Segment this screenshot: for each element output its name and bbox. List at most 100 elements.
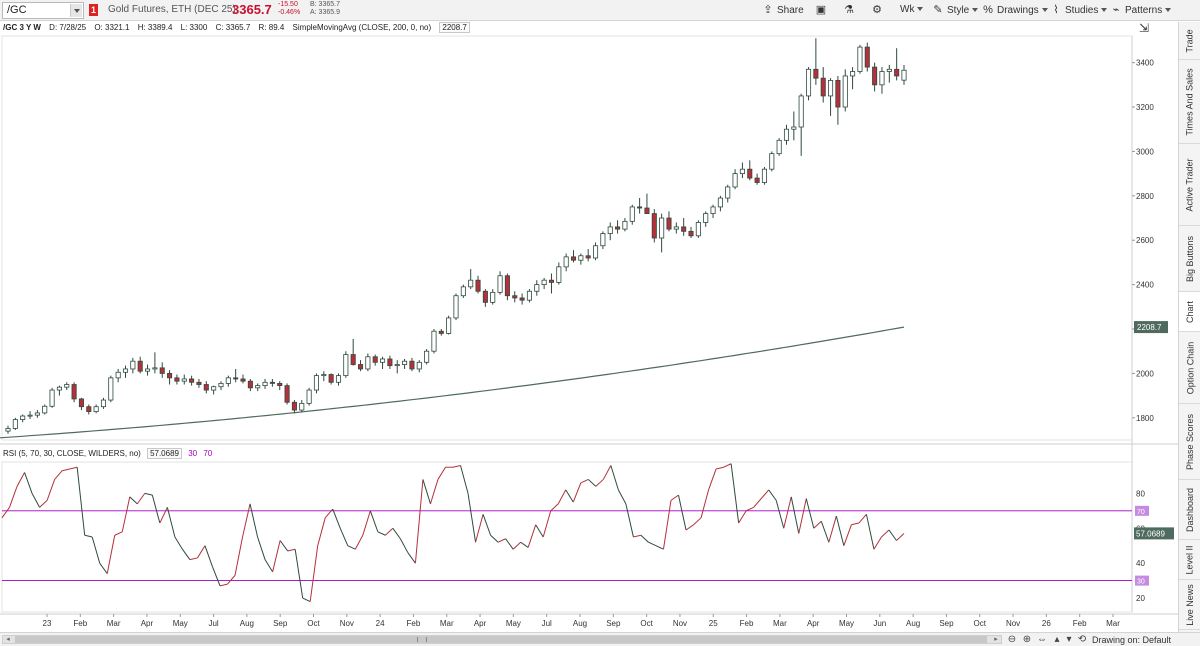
scroll-right-icon[interactable]: ▸	[991, 636, 1001, 643]
candle[interactable]	[167, 370, 173, 385]
candle[interactable]	[100, 397, 107, 409]
candle[interactable]	[159, 362, 165, 378]
candle[interactable]	[519, 293, 525, 305]
candle[interactable]	[416, 360, 422, 373]
candle[interactable]	[593, 242, 599, 261]
candle[interactable]	[108, 375, 114, 403]
candle[interactable]	[402, 358, 408, 369]
candle[interactable]	[570, 250, 577, 263]
candle[interactable]	[453, 293, 459, 321]
candle[interactable]	[255, 383, 261, 392]
candle[interactable]	[813, 38, 819, 85]
candle[interactable]	[688, 226, 694, 238]
candle[interactable]	[769, 151, 775, 172]
candle[interactable]	[460, 284, 466, 298]
candle[interactable]	[335, 373, 342, 386]
candle[interactable]	[306, 387, 312, 406]
candle[interactable]	[350, 339, 356, 366]
candle[interactable]	[277, 381, 283, 391]
candle[interactable]	[651, 209, 657, 243]
candle[interactable]	[71, 382, 77, 403]
candle[interactable]	[835, 75, 841, 125]
candle[interactable]	[739, 162, 745, 179]
candle[interactable]	[482, 289, 488, 307]
candle[interactable]	[504, 273, 510, 301]
candle[interactable]	[49, 387, 55, 408]
candle[interactable]	[189, 375, 195, 386]
candle[interactable]	[556, 262, 562, 285]
candle[interactable]	[820, 67, 826, 103]
side-tab-option-chain[interactable]: Option Chain	[1179, 332, 1200, 404]
candle[interactable]	[578, 253, 584, 265]
candle[interactable]	[233, 368, 239, 383]
candle[interactable]	[901, 64, 907, 85]
candle[interactable]	[394, 360, 400, 374]
candle[interactable]	[387, 355, 393, 369]
side-tab-chart[interactable]: Chart	[1179, 292, 1200, 332]
candle[interactable]	[115, 368, 121, 383]
candle[interactable]	[666, 211, 672, 232]
candle[interactable]	[607, 222, 613, 241]
horizontal-scrollbar[interactable]: ◂ ▸	[2, 635, 1002, 644]
candle[interactable]	[629, 204, 635, 225]
candle[interactable]	[365, 353, 371, 372]
candle[interactable]	[798, 93, 804, 156]
scrollbar-thumb[interactable]	[15, 636, 987, 643]
zoom-out-icon[interactable]: ⊖	[1006, 634, 1018, 646]
candle[interactable]	[717, 195, 723, 212]
candle[interactable]	[828, 78, 834, 116]
candle[interactable]	[475, 275, 481, 294]
candle[interactable]	[776, 138, 782, 156]
candle[interactable]	[269, 378, 275, 387]
side-tab-dashboard[interactable]: Dashboard	[1179, 480, 1200, 540]
candle[interactable]	[20, 414, 26, 423]
candle[interactable]	[431, 329, 437, 354]
candle[interactable]	[879, 67, 885, 94]
candle[interactable]	[703, 211, 709, 227]
candle[interactable]	[783, 124, 790, 145]
candle[interactable]	[637, 198, 643, 214]
candle[interactable]	[747, 160, 753, 181]
candle[interactable]	[725, 184, 731, 203]
candle[interactable]	[145, 364, 151, 376]
side-tab-level-ii[interactable]: Level II	[1179, 540, 1200, 580]
side-tab-live-news[interactable]: Live News	[1179, 580, 1200, 630]
candle[interactable]	[357, 360, 364, 372]
candle[interactable]	[372, 354, 378, 366]
candle[interactable]	[490, 289, 496, 305]
candle[interactable]	[886, 64, 892, 83]
candle[interactable]	[181, 374, 187, 385]
side-tab-big-buttons[interactable]: Big Buttons	[1179, 226, 1200, 292]
scroll-left-icon[interactable]: ◂	[3, 636, 13, 643]
candle[interactable]	[380, 356, 386, 369]
candle[interactable]	[659, 213, 665, 253]
candle[interactable]	[446, 315, 452, 335]
candle[interactable]	[864, 42, 870, 72]
candle[interactable]	[64, 382, 70, 391]
candle[interactable]	[5, 425, 11, 434]
candle[interactable]	[27, 411, 33, 419]
candle[interactable]	[203, 381, 209, 394]
drawing-set-status[interactable]: Drawing on: Default	[1092, 634, 1171, 646]
candle[interactable]	[313, 373, 319, 394]
candle[interactable]	[12, 417, 18, 431]
candle[interactable]	[622, 218, 628, 232]
reset-view-icon[interactable]: ⟲	[1076, 634, 1088, 646]
candle[interactable]	[247, 378, 253, 392]
candle[interactable]	[585, 249, 591, 262]
candle[interactable]	[872, 62, 878, 92]
candle[interactable]	[563, 253, 569, 272]
candle[interactable]	[526, 289, 532, 303]
candle[interactable]	[541, 277, 547, 290]
candle[interactable]	[600, 231, 606, 250]
candle[interactable]	[122, 365, 129, 378]
candle[interactable]	[850, 67, 856, 90]
candle[interactable]	[34, 410, 40, 418]
candle[interactable]	[732, 169, 738, 190]
candle[interactable]	[93, 404, 99, 414]
zoom-in-icon[interactable]: ⊕	[1021, 634, 1033, 646]
side-tab-times-and-sales[interactable]: Times And Sales	[1179, 60, 1200, 144]
candle[interactable]	[644, 193, 650, 214]
candle[interactable]	[710, 204, 716, 219]
pan-icon[interactable]: ⇔	[1036, 634, 1048, 646]
